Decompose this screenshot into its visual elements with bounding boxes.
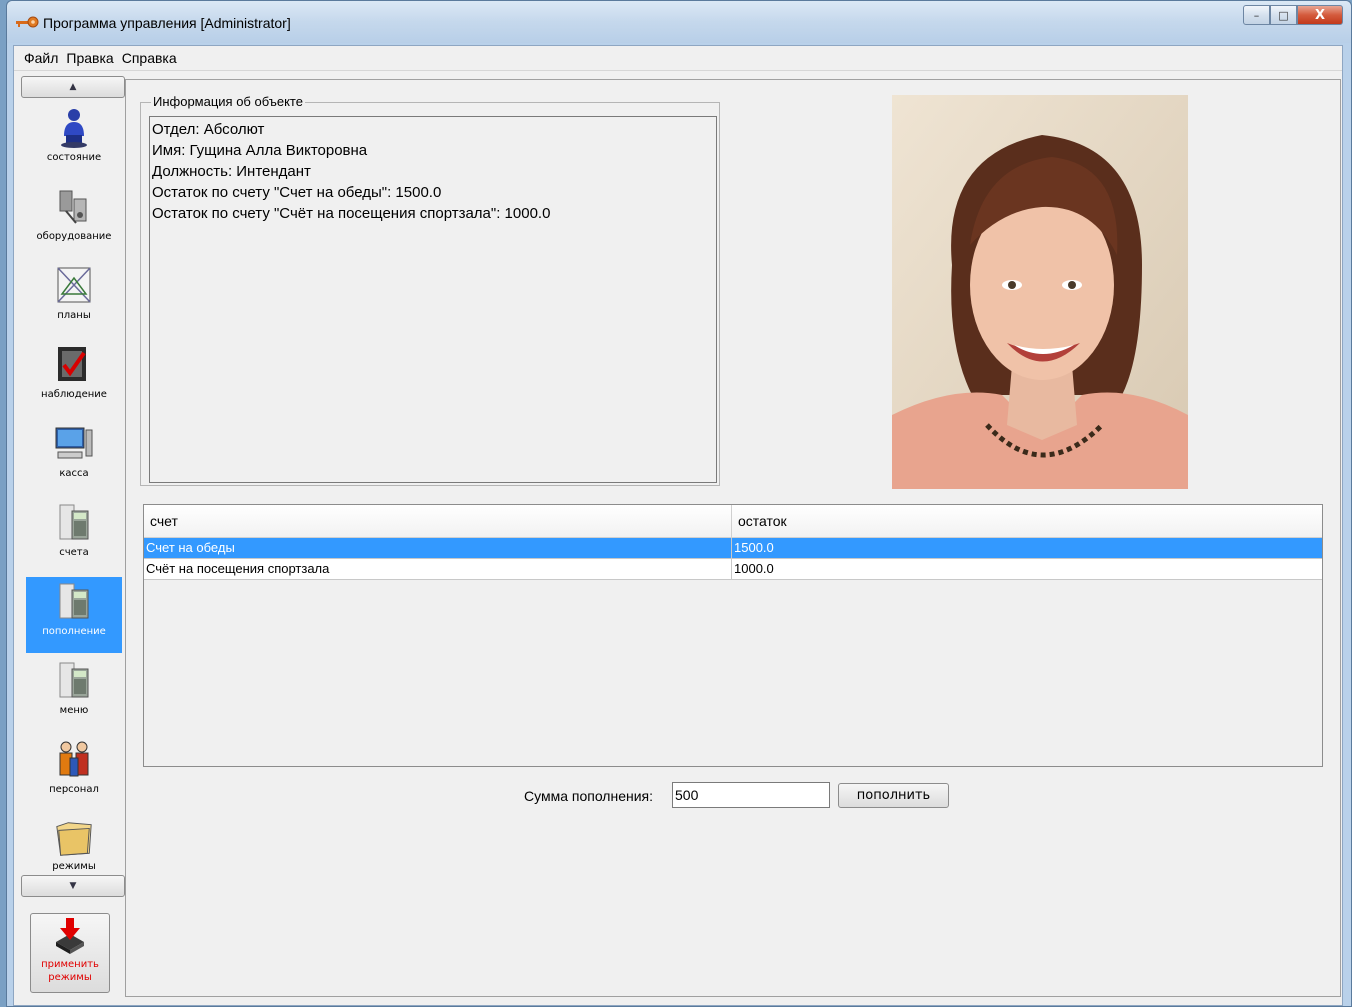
column-header-account[interactable]: счет (144, 505, 732, 537)
minimize-button[interactable]: – (1243, 5, 1270, 25)
app-window: Программа управления [Administrator] – □… (6, 0, 1352, 1007)
minimize-icon: – (1253, 8, 1260, 22)
client-area: Файл Правка Справка ▲ состояние оборудов… (13, 45, 1343, 1006)
topup-label: Сумма пополнения: (524, 788, 654, 804)
sidebar: ▲ состояние оборудование планы наблюдени… (17, 76, 125, 1001)
apply-icon (56, 918, 84, 954)
scroll-down-button[interactable]: ▼ (21, 875, 125, 897)
sidebar-item-label: пополнение (42, 626, 106, 637)
sidebar-item-label: состояние (46, 152, 102, 163)
menu-bar: Файл Правка Справка (14, 46, 1342, 71)
title-bar[interactable]: Программа управления [Administrator] – □… (7, 1, 1351, 43)
monitoring-icon (58, 347, 86, 381)
sidebar-item-label: планы (57, 310, 91, 321)
topup-row: Сумма пополнения: 500 пополнить (126, 781, 1340, 809)
info-line-balance-2: Остаток по счету "Счёт на посещения спор… (152, 205, 551, 222)
folder-icon (56, 822, 92, 856)
info-line-balance-1: Остаток по счету "Счет на обеды": 1500.0 (152, 184, 442, 201)
table-cell-account: Счёт на посещения спортзала (144, 559, 732, 579)
sidebar-item-label: меню (59, 705, 89, 716)
accounts-table: счет остаток Счет на обеды 1500.0 Счёт н… (143, 504, 1323, 767)
close-icon: X (1314, 7, 1326, 23)
topup-amount-input[interactable]: 500 (672, 782, 830, 808)
menu-help[interactable]: Справка (118, 50, 181, 66)
sidebar-item-label: касса (59, 468, 89, 479)
maximize-button[interactable]: □ (1270, 5, 1297, 25)
table-row[interactable]: Счёт на посещения спортзала 1000.0 (144, 559, 1322, 580)
calculator-icon (59, 583, 89, 619)
calculator-icon (59, 662, 89, 698)
sidebar-item-accounts[interactable]: счета (26, 498, 122, 574)
people-icon (59, 741, 89, 777)
window-controls: – □ X (1243, 5, 1343, 25)
info-line-department: Отдел: Абсолют (152, 121, 265, 138)
menu-edit[interactable]: Правка (62, 50, 117, 66)
sidebar-item-topup[interactable]: пополнение (26, 577, 122, 653)
calculator-icon (59, 504, 89, 540)
sidebar-item-status[interactable]: состояние (26, 103, 122, 179)
menu-file[interactable]: Файл (20, 50, 62, 66)
column-header-balance[interactable]: остаток (732, 505, 1322, 537)
person-photo (892, 95, 1188, 489)
key-icon (16, 16, 39, 28)
window-title: Программа управления [Administrator] (43, 15, 291, 31)
scroll-up-button[interactable]: ▲ (21, 76, 125, 98)
object-info-group: Информация об объекте Отдел: Абсолют Имя… (140, 94, 720, 486)
apply-label: применить (41, 959, 99, 970)
sidebar-item-equipment[interactable]: оборудование (26, 182, 122, 258)
object-info-text[interactable]: Отдел: Абсолют Имя: Гущина Алла Викторов… (149, 116, 717, 483)
chevron-down-icon: ▼ (69, 881, 77, 891)
sidebar-item-staff[interactable]: персонал (26, 735, 122, 811)
close-button[interactable]: X (1297, 5, 1343, 25)
plans-icon (57, 267, 91, 303)
chevron-up-icon: ▲ (69, 82, 77, 92)
sidebar-item-monitoring[interactable]: наблюдение (26, 340, 122, 416)
topup-button[interactable]: пополнить (838, 783, 949, 808)
main-panel: Информация об объекте Отдел: Абсолют Имя… (125, 79, 1341, 997)
person-icon (61, 109, 87, 148)
maximize-icon: □ (1278, 8, 1289, 22)
sidebar-item-label: наблюдение (41, 389, 107, 400)
apply-label: режимы (48, 972, 92, 983)
info-line-name: Имя: Гущина Алла Викторовна (152, 142, 368, 159)
sidebar-item-label: персонал (49, 784, 99, 795)
computer-icon (55, 427, 93, 459)
sidebar-item-label: счета (59, 547, 89, 558)
table-header: счет остаток (144, 505, 1322, 538)
sidebar-item-menu[interactable]: меню (26, 656, 122, 732)
sidebar-item-plans[interactable]: планы (26, 261, 122, 337)
apply-modes-button[interactable]: применить режимы (30, 913, 110, 993)
sidebar-item-label: оборудование (36, 231, 112, 242)
sidebar-item-cash[interactable]: касса (26, 419, 122, 495)
info-line-position: Должность: Интендант (152, 163, 311, 180)
table-cell-balance: 1000.0 (734, 561, 774, 576)
sidebar-item-modes[interactable]: режимы (26, 814, 122, 872)
sidebar-item-label: режимы (52, 861, 96, 872)
table-cell-balance: 1500.0 (734, 540, 774, 555)
equipment-icon (59, 190, 87, 224)
table-cell-account: Счет на обеды (144, 538, 732, 558)
table-row[interactable]: Счет на обеды 1500.0 (144, 538, 1322, 559)
object-info-title: Информация об объекте (151, 94, 305, 109)
